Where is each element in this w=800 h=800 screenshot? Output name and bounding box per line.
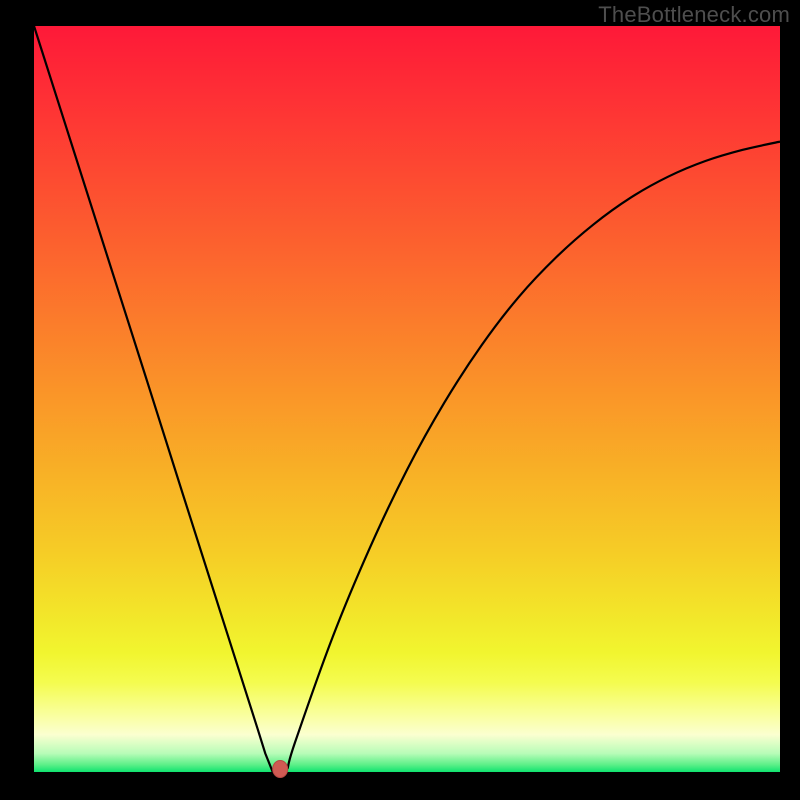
bottleneck-chart [0, 0, 800, 800]
watermark-text: TheBottleneck.com [598, 2, 790, 28]
chart-frame: TheBottleneck.com [0, 0, 800, 800]
chart-background [34, 26, 780, 772]
optimal-marker [273, 761, 288, 778]
